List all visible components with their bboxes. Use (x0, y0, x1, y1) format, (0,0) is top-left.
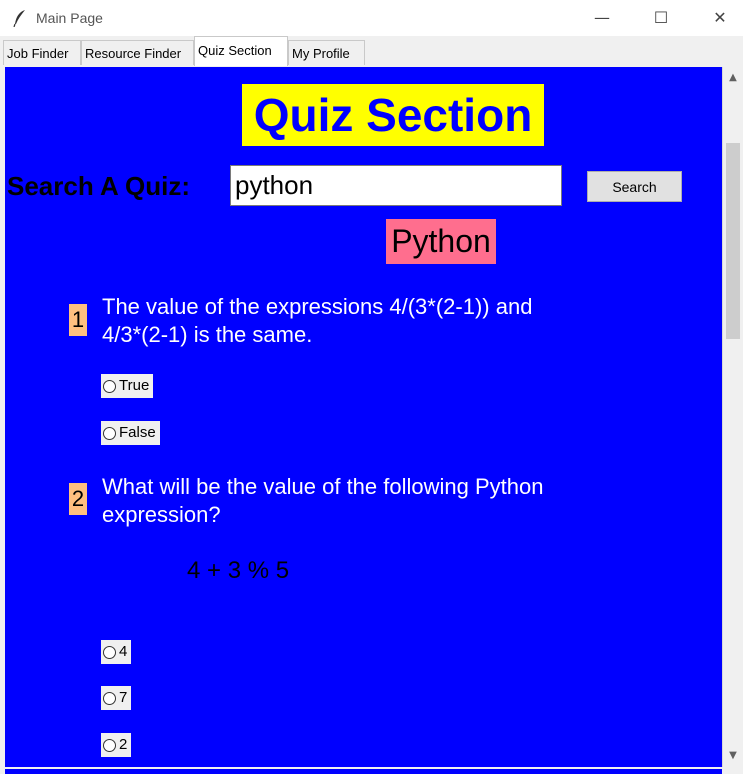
option-4[interactable]: 4 (101, 640, 132, 664)
search-label: Search A Quiz: (7, 171, 191, 201)
radio-button[interactable] (103, 738, 116, 752)
option-2[interactable]: 2 (101, 733, 132, 757)
option-7[interactable]: 7 (101, 686, 132, 710)
question-code: 4 + 3 % 5 (187, 557, 290, 584)
bottom-edge (0, 767, 743, 774)
option-label: 4 (119, 643, 128, 660)
question-number: 1 (69, 304, 87, 336)
radio-button[interactable] (103, 691, 116, 705)
quiz-canvas: Quiz Section Search A Quiz: Search Pytho… (5, 67, 722, 767)
maximize-button[interactable]: ☐ (638, 0, 684, 36)
option-false[interactable]: False (101, 421, 160, 445)
radio-button[interactable] (103, 426, 116, 440)
option-label: True (119, 377, 150, 394)
option-true[interactable]: True (101, 374, 154, 398)
option-label: 7 (119, 689, 128, 706)
radio-button[interactable] (103, 379, 116, 393)
tab-quiz-section[interactable]: Quiz Section (194, 36, 288, 66)
quiz-topic-label: Python (386, 219, 496, 264)
search-input[interactable] (230, 165, 562, 206)
option-label: False (119, 424, 156, 441)
notebook-tabs: Job Finder Resource Finder Quiz Section … (0, 36, 743, 66)
scroll-up-arrow-icon[interactable]: ▲ (723, 69, 743, 87)
window-title: Main Page (36, 10, 103, 26)
tab-job-finder[interactable]: Job Finder (3, 40, 81, 65)
minimize-button[interactable]: — (579, 0, 625, 36)
tab-my-profile[interactable]: My Profile (288, 40, 365, 65)
close-button[interactable]: ✕ (697, 0, 743, 36)
question-text: What will be the value of the following … (102, 474, 544, 527)
question-text: The value of the expressions 4/(3*(2-1))… (102, 294, 533, 347)
question-number: 2 (69, 483, 87, 515)
page-title: Quiz Section (242, 84, 544, 146)
option-label: 2 (119, 736, 128, 753)
feather-icon (13, 10, 25, 27)
radio-button[interactable] (103, 645, 116, 659)
title-bar: Main Page — ☐ ✕ (0, 0, 743, 36)
search-button[interactable]: Search (587, 171, 682, 202)
scroll-down-arrow-icon[interactable]: ▼ (723, 747, 743, 765)
tab-resource-finder[interactable]: Resource Finder (81, 40, 194, 65)
vertical-scrollbar[interactable]: ▲ ▼ (722, 67, 743, 767)
scrollbar-thumb[interactable] (726, 143, 740, 339)
